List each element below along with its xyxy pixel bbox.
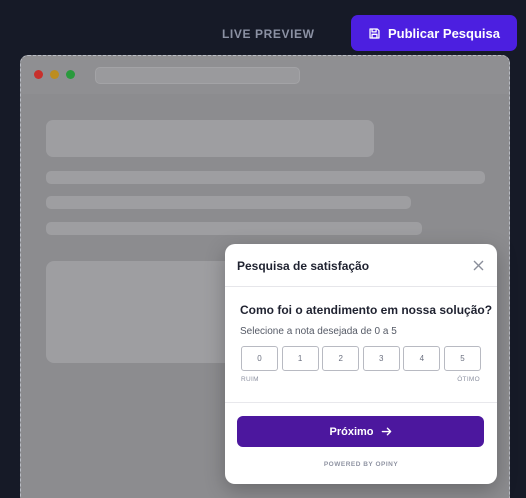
survey-modal-header: Pesquisa de satisfação — [225, 244, 497, 287]
rating-option-5[interactable]: 5 — [443, 346, 481, 371]
rating-option-1[interactable]: 1 — [281, 346, 319, 371]
url-bar-placeholder — [95, 67, 300, 84]
rating-scale-labels: RUIM ÓTIMO — [241, 376, 480, 383]
window-maximize-dot — [66, 70, 75, 79]
rating-option-2[interactable]: 2 — [322, 346, 360, 371]
survey-hint: Selecione a nota desejada de 0 a 5 — [240, 326, 397, 337]
arrow-right-icon — [381, 426, 392, 437]
rating-option-4[interactable]: 4 — [403, 346, 441, 371]
save-icon — [368, 27, 381, 40]
survey-question: Como foi o atendimento em nossa solução? — [240, 303, 493, 317]
survey-title: Pesquisa de satisfação — [237, 259, 370, 273]
modal-divider — [225, 402, 497, 403]
rating-scale: 0 1 2 3 4 5 — [241, 346, 481, 371]
scale-max-label: ÓTIMO — [457, 376, 480, 383]
browser-toolbar — [21, 56, 509, 94]
content-placeholder-line — [46, 222, 422, 235]
content-placeholder-line — [46, 196, 411, 209]
publish-survey-button[interactable]: Publicar Pesquisa — [351, 15, 517, 51]
publish-button-label: Publicar Pesquisa — [388, 25, 500, 41]
window-minimize-dot — [50, 70, 59, 79]
powered-by-label: POWERED BY OPINY — [323, 461, 399, 468]
survey-modal: Pesquisa de satisfação Como foi o atendi… — [225, 244, 497, 484]
content-placeholder-block — [46, 261, 246, 363]
next-button[interactable]: Próximo — [237, 416, 484, 447]
rating-option-3[interactable]: 3 — [362, 346, 400, 371]
close-icon — [473, 260, 483, 270]
content-placeholder-heading — [46, 120, 374, 157]
close-button[interactable] — [471, 258, 485, 272]
scale-min-label: RUIM — [241, 376, 259, 383]
next-button-label: Próximo — [329, 425, 374, 438]
live-preview-label: LIVE PREVIEW — [222, 27, 315, 41]
rating-option-0[interactable]: 0 — [241, 346, 278, 371]
content-placeholder-line — [46, 171, 485, 184]
window-close-dot — [34, 70, 43, 79]
